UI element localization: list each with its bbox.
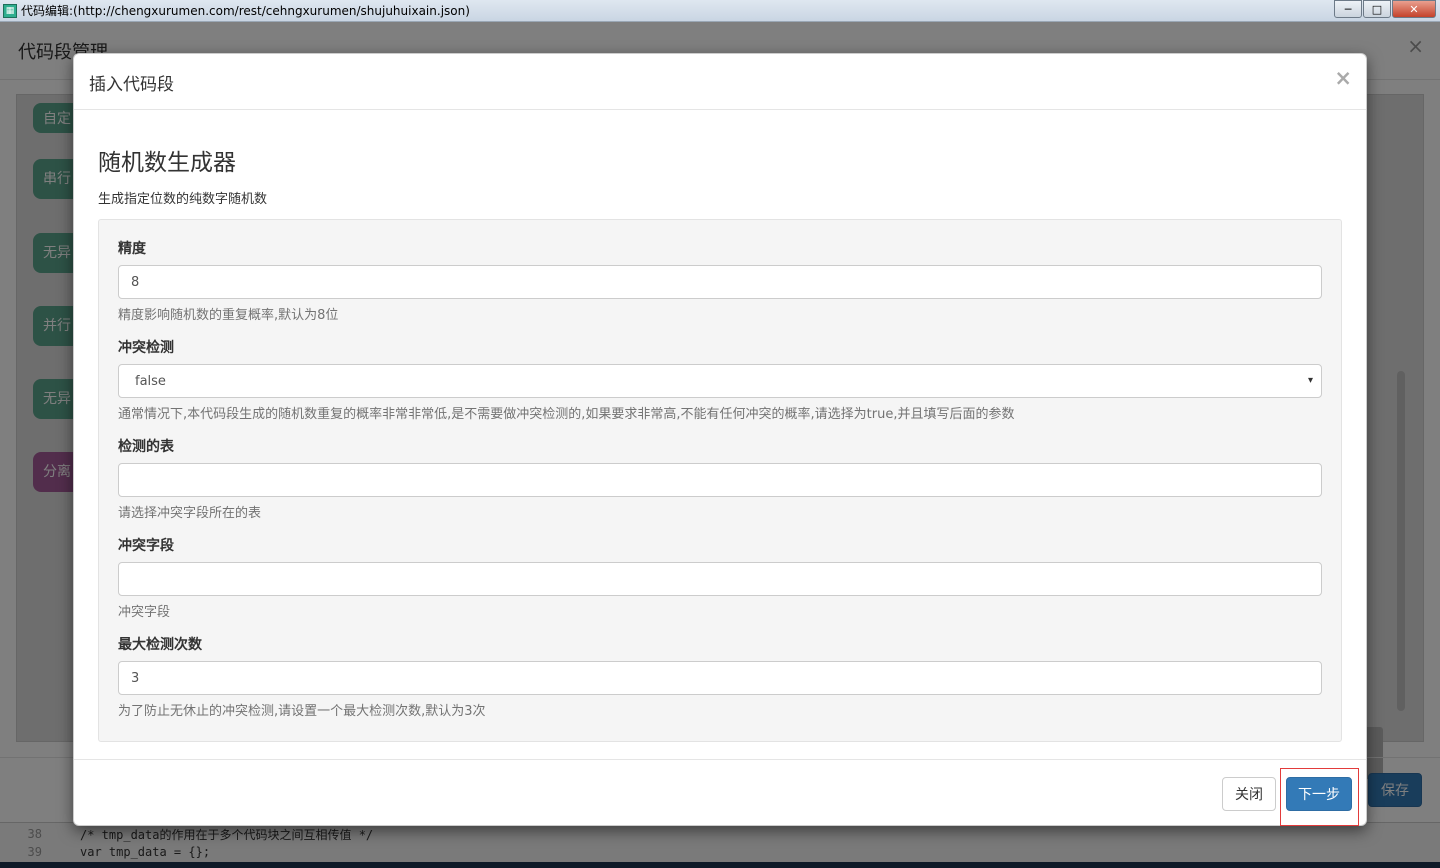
- modal-footer: 关闭 下一步: [74, 759, 1366, 826]
- modal-close-icon[interactable]: ×: [1334, 66, 1352, 90]
- check-table-input[interactable]: [118, 463, 1322, 497]
- max-checks-input[interactable]: 3: [118, 661, 1322, 695]
- field-help: 为了防止无休止的冲突检测,请设置一个最大检测次数,默认为3次: [118, 704, 486, 719]
- parameter-panel: 精度 8 精度影响随机数的重复概率,默认为8位 冲突检测 false ▾ 通常情…: [98, 219, 1342, 742]
- modal-header: 插入代码段 ×: [74, 54, 1366, 110]
- field-help: 冲突字段: [118, 605, 171, 620]
- field-check-table: 检测的表 请选择冲突字段所在的表: [118, 436, 1322, 523]
- field-label: 冲突检测: [118, 340, 174, 356]
- field-label: 检测的表: [118, 439, 174, 455]
- conflict-column-input[interactable]: [118, 562, 1322, 596]
- maximize-icon[interactable]: □: [1363, 0, 1391, 18]
- minimize-icon[interactable]: ─: [1334, 0, 1362, 18]
- field-help: 精度影响随机数的重复概率,默认为8位: [118, 308, 339, 323]
- modal-title: 插入代码段: [89, 75, 174, 95]
- field-label: 精度: [118, 241, 146, 257]
- field-label: 冲突字段: [118, 538, 174, 554]
- field-help: 通常情况下,本代码段生成的随机数重复的概率非常非常低,是不需要做冲突检测的,如果…: [118, 407, 1015, 422]
- field-label: 最大检测次数: [118, 637, 202, 653]
- snippet-heading: 随机数生成器: [98, 150, 236, 176]
- app-icon: ▦: [3, 3, 17, 18]
- modal-body: 随机数生成器 生成指定位数的纯数字随机数 精度 8 精度影响随机数的重复概率,默…: [74, 110, 1366, 742]
- field-conflict-check: 冲突检测 false ▾ 通常情况下,本代码段生成的随机数重复的概率非常非常低,…: [118, 337, 1322, 424]
- insert-snippet-modal: 插入代码段 × 随机数生成器 生成指定位数的纯数字随机数 精度 8 精度影响随机…: [73, 53, 1367, 826]
- field-max-checks: 最大检测次数 3 为了防止无休止的冲突检测,请设置一个最大检测次数,默认为3次: [118, 634, 1322, 721]
- close-button[interactable]: 关闭: [1222, 777, 1276, 811]
- conflict-check-select[interactable]: false ▾: [118, 364, 1322, 398]
- window-title: 代码编辑:(http://chengxurumen.com/rest/cehng…: [21, 4, 470, 18]
- window-titlebar: ▦ 代码编辑:(http://chengxurumen.com/rest/ceh…: [0, 0, 1440, 22]
- field-conflict-column: 冲突字段 冲突字段: [118, 535, 1322, 622]
- field-precision: 精度 8 精度影响随机数的重复概率,默认为8位: [118, 238, 1322, 325]
- caret-down-icon: ▾: [1307, 375, 1313, 386]
- precision-input[interactable]: 8: [118, 265, 1322, 299]
- select-value: false: [135, 373, 166, 389]
- window-close-icon[interactable]: ✕: [1392, 0, 1436, 18]
- window-controls: ─ □ ✕: [1333, 0, 1436, 18]
- snippet-description: 生成指定位数的纯数字随机数: [98, 192, 268, 207]
- field-help: 请选择冲突字段所在的表: [118, 506, 262, 521]
- next-step-button[interactable]: 下一步: [1286, 777, 1352, 811]
